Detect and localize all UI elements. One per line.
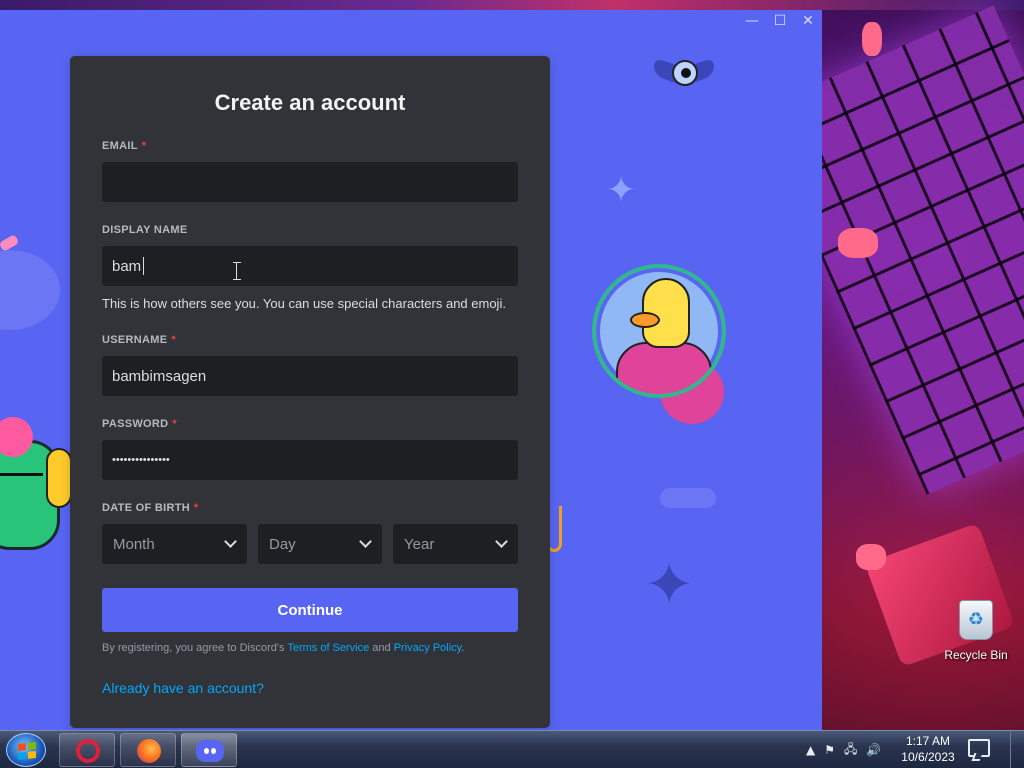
- windows-logo-icon: [18, 742, 36, 760]
- text-caret: [143, 257, 144, 275]
- sparkle-icon: ✦: [644, 550, 695, 620]
- chevron-down-icon: [224, 535, 237, 548]
- login-link[interactable]: Already have an account?: [102, 680, 264, 696]
- decor-bat-eye: [681, 68, 691, 78]
- decor-mascot-beak: [630, 312, 660, 328]
- continue-button[interactable]: Continue: [102, 588, 518, 632]
- year-select[interactable]: Year: [393, 524, 518, 564]
- year-placeholder: Year: [404, 535, 435, 553]
- mouse-text-cursor-icon: [233, 262, 244, 280]
- decor-bat-head: [672, 60, 698, 86]
- network-icon[interactable]: 🖧: [844, 740, 857, 761]
- discord-window: — ☐ ✕ ✦ ✦ Create an account EMAIL * DISPL…: [0, 10, 822, 730]
- recycle-bin[interactable]: Recycle Bin: [940, 600, 1012, 662]
- sparkle-icon: ✦: [606, 170, 637, 211]
- decor-monster-hair: [0, 417, 33, 457]
- display-name-hint: This is how others see you. You can use …: [102, 296, 506, 311]
- recycle-bin-label: Recycle Bin: [944, 648, 1008, 662]
- firefox-icon: [137, 739, 161, 763]
- email-field[interactable]: [102, 162, 518, 202]
- decor-mascot-shirt: [616, 342, 712, 394]
- display-name-label: DISPLAY NAME: [102, 224, 188, 236]
- decor-cloud: [0, 250, 60, 330]
- opera-icon: [76, 739, 100, 763]
- date-of-birth-label: DATE OF BIRTH *: [102, 502, 199, 514]
- legal-text: By registering, you agree to Discord's T…: [102, 642, 464, 654]
- username-label: USERNAME *: [102, 334, 176, 346]
- taskbar: ▲ ⚑ 🖧 🔊 1:17 AM 10/6/2023: [0, 730, 1024, 768]
- wallpaper-pink-key: [862, 22, 882, 56]
- legal-prefix: By registering, you agree to Discord's: [102, 642, 288, 654]
- wallpaper-pink-key: [856, 544, 886, 570]
- month-select[interactable]: Month: [102, 524, 247, 564]
- maximize-button[interactable]: ☐: [766, 10, 794, 34]
- email-label: EMAIL *: [102, 140, 146, 152]
- day-placeholder: Day: [269, 535, 296, 553]
- decor-cloud: [660, 488, 716, 508]
- taskbar-app-discord[interactable]: [181, 733, 237, 767]
- start-button[interactable]: [6, 733, 46, 767]
- clock-date: 10/6/2023: [901, 750, 955, 764]
- legal-suffix: .: [461, 642, 465, 654]
- system-tray: ▲ ⚑ 🖧 🔊: [806, 731, 890, 768]
- required-mark: *: [171, 334, 176, 346]
- display-name-field[interactable]: [102, 246, 518, 286]
- notifications-icon[interactable]: [968, 739, 990, 757]
- privacy-policy-link[interactable]: Privacy Policy: [394, 642, 462, 654]
- username-field[interactable]: [102, 356, 518, 396]
- decor-duck-mascot: [592, 264, 726, 398]
- recycle-bin-icon: [959, 600, 993, 640]
- taskbar-app-opera[interactable]: [59, 733, 115, 767]
- day-select[interactable]: Day: [258, 524, 382, 564]
- register-card: Create an account EMAIL* DISPLAY NAME Th…: [70, 56, 550, 728]
- clock[interactable]: 1:17 AM 10/6/2023: [900, 733, 956, 765]
- discord-icon: [196, 740, 224, 762]
- action-center-icon[interactable]: ⚑: [824, 743, 835, 757]
- wallpaper-strip: [0, 0, 1024, 10]
- minimize-button[interactable]: —: [738, 10, 766, 34]
- password-label: PASSWORD *: [102, 418, 177, 430]
- terms-of-service-link[interactable]: Terms of Service: [287, 642, 369, 654]
- decor-bat-mascot: [654, 57, 714, 98]
- show-desktop-button[interactable]: [1010, 731, 1024, 768]
- volume-icon[interactable]: 🔊: [866, 743, 881, 757]
- required-mark: *: [172, 418, 177, 430]
- page-title: Create an account: [214, 90, 406, 115]
- chevron-down-icon: [359, 535, 372, 548]
- chevron-down-icon: [495, 535, 508, 548]
- clock-time: 1:17 AM: [905, 734, 951, 748]
- username-label-text: USERNAME: [102, 334, 168, 346]
- legal-middle: and: [369, 642, 394, 654]
- show-hidden-icons-icon[interactable]: ▲: [806, 743, 815, 757]
- date-of-birth-label-text: DATE OF BIRTH: [102, 502, 191, 514]
- taskbar-app-firefox[interactable]: [120, 733, 176, 767]
- decor-monster-eyes: [0, 473, 43, 483]
- required-mark: *: [194, 502, 199, 514]
- window-controls: — ☐ ✕: [738, 10, 822, 34]
- month-placeholder: Month: [113, 535, 155, 553]
- password-field[interactable]: [102, 440, 518, 480]
- password-label-text: PASSWORD: [102, 418, 169, 430]
- close-button[interactable]: ✕: [794, 10, 822, 34]
- email-label-text: EMAIL: [102, 140, 138, 152]
- wallpaper-pink-key: [838, 228, 878, 258]
- decor-yellow-creature: [46, 448, 72, 508]
- required-mark: *: [141, 140, 147, 152]
